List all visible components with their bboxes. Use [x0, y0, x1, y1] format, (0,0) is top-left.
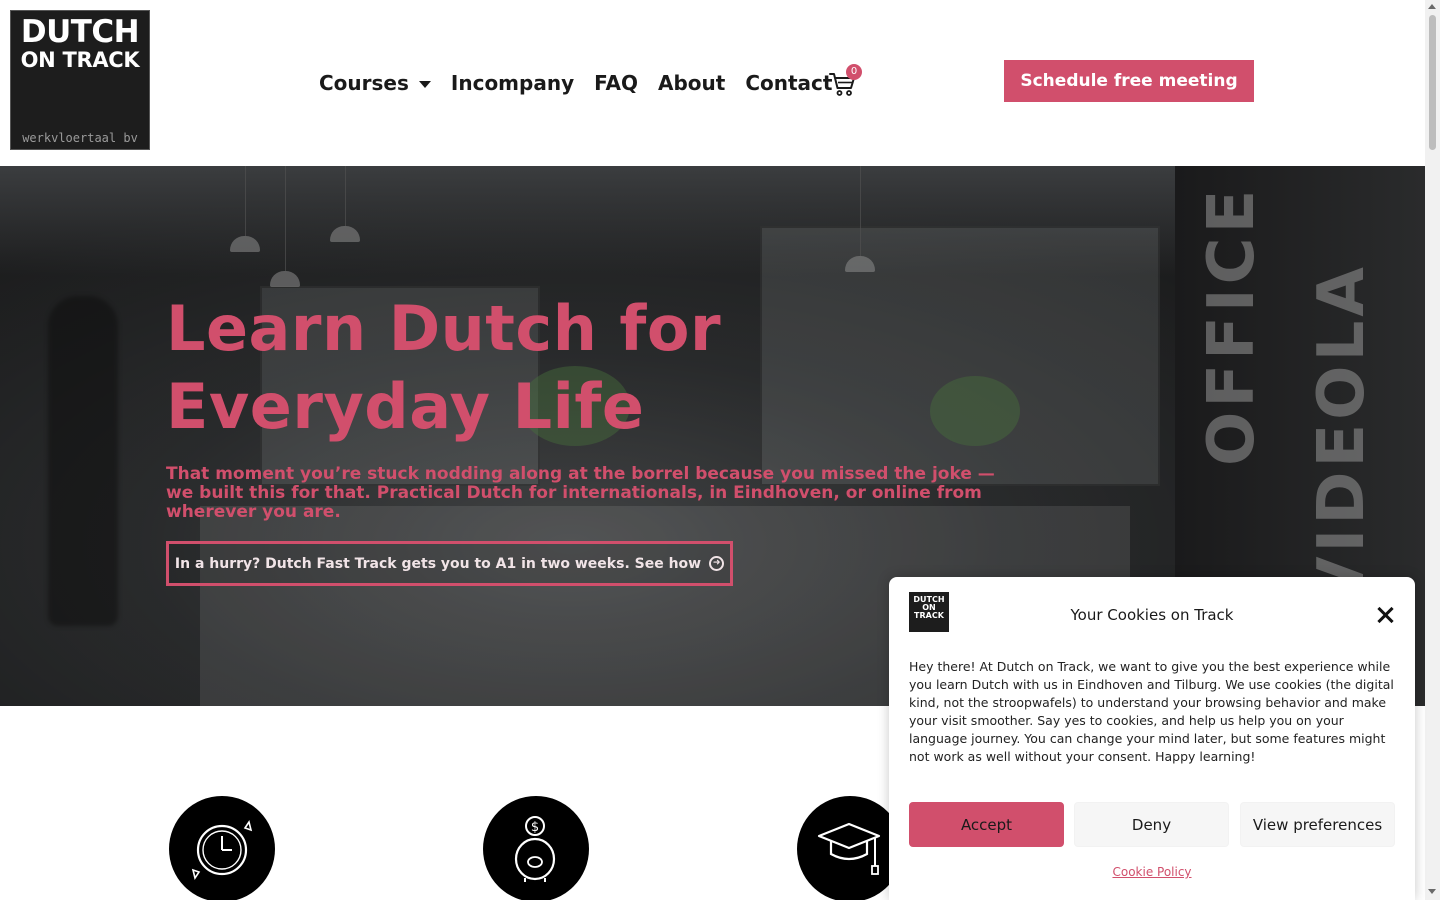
nav-item-label: FAQ	[594, 71, 638, 95]
cookie-accept-button[interactable]: Accept	[909, 802, 1064, 847]
schedule-meeting-button[interactable]: Schedule free meeting	[1004, 60, 1254, 102]
logo-wordmark: DUTCH ON TRACK	[16, 17, 144, 71]
nav-item-label: Courses	[319, 71, 409, 95]
site-logo[interactable]: DUTCH ON TRACK werkvloertaal bv	[10, 10, 150, 150]
cart-count-badge: 0	[846, 64, 862, 80]
page: DUTCH ON TRACK werkvloertaal bv Courses …	[0, 0, 1440, 900]
svg-text:$: $	[531, 820, 539, 835]
hero-bg-lamp-wire	[860, 166, 861, 256]
main-nav: Courses Incompany FAQ About Contact	[319, 70, 852, 96]
hero-bg-lamp-wire	[245, 166, 246, 236]
close-icon[interactable]	[1375, 605, 1395, 625]
nav-item-label: Contact	[745, 71, 833, 95]
nav-item-label: About	[657, 71, 726, 95]
fast-track-button-label: In a hurry? Dutch Fast Track gets you to…	[174, 555, 702, 572]
nav-item-contact[interactable]: Contact	[745, 71, 832, 95]
nav-item-label: Incompany	[450, 71, 575, 95]
hero-subtitle: That moment you’re stuck nodding along a…	[166, 464, 995, 522]
nav-item-incompany[interactable]: Incompany	[451, 71, 574, 95]
scroll-up-icon[interactable]	[1428, 4, 1436, 9]
cookie-consent-dialog: DUTCH ON TRACK Your Cookies on Track Hey…	[889, 577, 1415, 900]
hero-bg-lamp-wire	[285, 166, 286, 271]
site-header: DUTCH ON TRACK werkvloertaal bv Courses …	[0, 0, 1425, 166]
cookie-title: Your Cookies on Track	[1070, 606, 1234, 624]
nav-item-faq[interactable]: FAQ	[594, 71, 638, 95]
fast-track-button[interactable]: In a hurry? Dutch Fast Track gets you to…	[166, 541, 733, 586]
logo-tagline: werkvloertaal bv	[22, 131, 138, 145]
clock-cycle-icon	[169, 796, 275, 900]
arrow-circle-right-icon: ➜	[709, 556, 725, 571]
logo-line-2: ON TRACK	[20, 48, 140, 72]
logo-line-1: DUTCH	[20, 14, 140, 50]
cookie-preferences-button[interactable]: View preferences	[1240, 802, 1395, 847]
scroll-down-icon[interactable]	[1428, 889, 1436, 894]
hero-bg-signage: VIDEOLA	[1305, 263, 1379, 606]
hero-bg-signage: OFFICE	[1195, 185, 1269, 466]
caret-down-icon	[418, 80, 431, 88]
nav-item-courses[interactable]: Courses	[319, 71, 431, 95]
nav-item-about[interactable]: About	[658, 71, 725, 95]
hero-bg-lamp-wire	[345, 166, 346, 226]
piggy-bank-icon: $	[483, 796, 589, 900]
cookie-policy-link[interactable]: Cookie Policy	[899, 865, 1405, 879]
graduation-cap-icon	[797, 796, 903, 900]
cookie-deny-button[interactable]: Deny	[1074, 802, 1229, 847]
scrollbar-thumb[interactable]	[1429, 15, 1436, 150]
hero-title: Learn Dutch for Everyday Life	[166, 292, 722, 443]
cookie-message: Hey there! At Dutch on Track, we want to…	[909, 659, 1394, 764]
hero-bg-person	[48, 296, 118, 626]
